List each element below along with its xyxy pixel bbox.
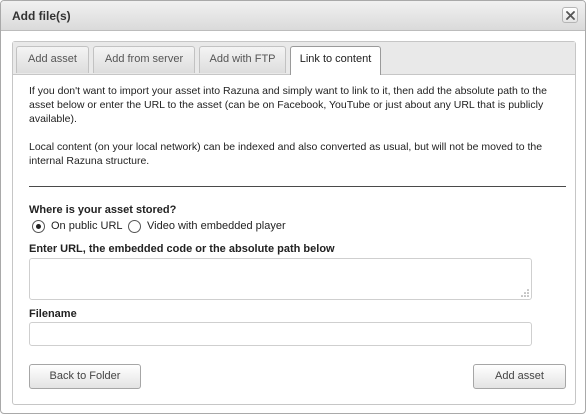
filename-label: Filename bbox=[29, 308, 77, 320]
close-icon bbox=[566, 11, 575, 20]
radio-public-url-label[interactable]: On public URL bbox=[51, 220, 123, 232]
url-label: Enter URL, the embedded code or the abso… bbox=[29, 243, 335, 255]
tab-add-asset[interactable]: Add asset bbox=[16, 46, 89, 73]
radio-public-url[interactable] bbox=[32, 220, 45, 233]
dialog-content: Add asset Add from server Add with FTP L… bbox=[12, 41, 576, 405]
intro-paragraph-2: Local content (on your local network) ca… bbox=[29, 141, 543, 167]
resize-grip-icon[interactable] bbox=[521, 289, 529, 297]
radio-embedded-video[interactable] bbox=[128, 220, 141, 233]
divider bbox=[29, 186, 566, 187]
dialog-title: Add file(s) bbox=[12, 9, 71, 23]
storage-label: Where is your asset stored? bbox=[29, 204, 177, 216]
tab-add-from-server[interactable]: Add from server bbox=[93, 46, 195, 73]
back-to-folder-button[interactable]: Back to Folder bbox=[29, 364, 141, 389]
close-button[interactable] bbox=[562, 7, 578, 23]
tab-bar: Add asset Add from server Add with FTP L… bbox=[13, 42, 575, 75]
tab-link-to-content[interactable]: Link to content bbox=[290, 46, 381, 75]
tab-add-with-ftp[interactable]: Add with FTP bbox=[199, 46, 286, 73]
dialog-titlebar: Add file(s) bbox=[1, 1, 585, 31]
add-files-dialog: Add file(s) Add asset Add from server Ad… bbox=[0, 0, 586, 414]
add-asset-button[interactable]: Add asset bbox=[473, 364, 566, 389]
radio-embedded-video-label[interactable]: Video with embedded player bbox=[147, 220, 286, 232]
filename-input[interactable] bbox=[29, 322, 532, 346]
intro-paragraph-1: If you don't want to import your asset i… bbox=[29, 85, 547, 125]
url-textarea[interactable] bbox=[29, 258, 532, 300]
